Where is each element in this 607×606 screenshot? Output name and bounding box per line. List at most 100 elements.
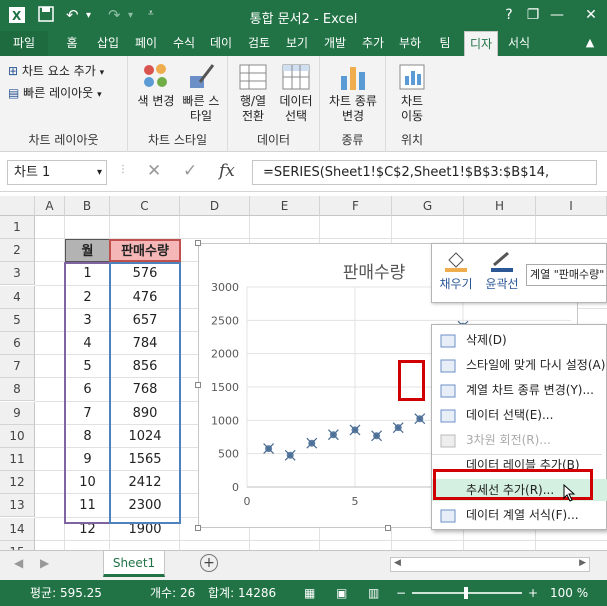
zoom-slider-thumb[interactable] bbox=[464, 587, 468, 599]
row-header[interactable]: 3 bbox=[0, 262, 35, 286]
menu-item[interactable]: 계열 차트 종류 변경(Y)... bbox=[432, 379, 607, 401]
tab-load-test[interactable]: 부하 bbox=[392, 31, 428, 56]
change-colors-button[interactable]: 색 변경 bbox=[134, 62, 178, 109]
normal-view-icon[interactable]: ▦ bbox=[304, 580, 315, 606]
select-data-icon bbox=[440, 408, 456, 423]
y-tick-label: 2500 bbox=[211, 314, 239, 327]
column-header-c[interactable]: C bbox=[110, 196, 180, 216]
row-header[interactable]: 11 bbox=[0, 448, 35, 471]
menu-item[interactable]: 데이터 선택(E)... bbox=[432, 404, 607, 426]
mouse-cursor-icon bbox=[563, 484, 576, 502]
series-select-dropdown[interactable]: 계열 "판매수량" bbox=[526, 264, 607, 286]
column-header-b[interactable]: B bbox=[65, 196, 110, 216]
x-tick-label: 0 bbox=[244, 495, 251, 508]
fill-button[interactable]: 채우기 bbox=[438, 250, 474, 292]
chart-resize-handle[interactable] bbox=[195, 240, 201, 246]
close-button[interactable]: ✕ bbox=[580, 4, 602, 26]
column-header-e[interactable]: E bbox=[250, 196, 320, 216]
row-header[interactable]: 13 bbox=[0, 494, 35, 518]
menu-item[interactable]: 스타일에 맞게 다시 설정(A) bbox=[432, 354, 607, 376]
column-header-g[interactable]: G bbox=[392, 196, 464, 216]
y-tick-label: 3000 bbox=[211, 281, 239, 294]
row-header[interactable]: 4 bbox=[0, 285, 35, 309]
chart-element-icon: ⊞ bbox=[8, 64, 19, 78]
name-box-dropdown-icon[interactable]: ▾ bbox=[97, 161, 102, 184]
page-break-view-icon[interactable]: ▥ bbox=[368, 580, 379, 606]
palette-icon bbox=[141, 62, 171, 92]
zoom-out-button[interactable]: − bbox=[396, 580, 406, 606]
tab-team[interactable]: 팀 bbox=[430, 31, 460, 56]
column-header-h[interactable]: H bbox=[464, 196, 536, 216]
switch-row-column-button[interactable]: 행/열 전환 bbox=[232, 62, 274, 124]
zoom-in-button[interactable]: + bbox=[528, 580, 538, 606]
tab-data[interactable]: 데이 bbox=[203, 31, 239, 56]
add-chart-element-button[interactable]: ⊞ 차트 요소 추가 ▾ bbox=[8, 62, 104, 79]
row-header[interactable]: 9 bbox=[0, 401, 35, 425]
scroll-right-arrow-icon[interactable]: ▶ bbox=[579, 558, 586, 568]
help-button[interactable]: ? bbox=[498, 4, 520, 26]
pen-icon bbox=[491, 251, 513, 272]
column-header-f[interactable]: F bbox=[320, 196, 392, 216]
tab-format[interactable]: 서식 bbox=[500, 31, 538, 56]
horizontal-scrollbar[interactable]: ◀ ▶ bbox=[390, 557, 590, 572]
insert-function-icon[interactable]: fx bbox=[219, 161, 235, 181]
quick-styles-button[interactable]: 빠른 스 타일 bbox=[178, 62, 224, 124]
tab-page-layout[interactable]: 페이 bbox=[128, 31, 164, 56]
row-header[interactable]: 12 bbox=[0, 471, 35, 495]
zoom-level[interactable]: 100 % bbox=[550, 580, 588, 606]
row-header[interactable]: 1 bbox=[0, 216, 35, 239]
highlight-box-point bbox=[398, 360, 425, 401]
menu-item-label: 스타일에 맞게 다시 설정(A) bbox=[466, 358, 606, 372]
scroll-left-arrow-icon[interactable]: ◀ bbox=[394, 558, 401, 568]
tab-design[interactable]: 디자 bbox=[464, 31, 498, 56]
name-box[interactable]: 차트 1 ▾ bbox=[7, 160, 107, 185]
select-data-icon bbox=[281, 62, 311, 92]
table-header-month[interactable]: 월 bbox=[65, 239, 110, 262]
chart-resize-handle[interactable] bbox=[195, 525, 201, 531]
row-header[interactable]: 8 bbox=[0, 378, 35, 402]
column-header-i[interactable]: I bbox=[536, 196, 607, 216]
add-sheet-button[interactable]: + bbox=[200, 554, 218, 572]
enter-icon[interactable]: ✓ bbox=[183, 161, 197, 181]
select-all-corner[interactable] bbox=[0, 196, 35, 216]
tab-addins[interactable]: 추가 bbox=[355, 31, 391, 56]
status-bar: 평균: 595.25 개수: 26 합계: 14286 ▦ ▣ ▥ − + 10… bbox=[0, 580, 607, 606]
menu-item[interactable]: 데이터 계열 서식(F)... bbox=[432, 504, 607, 526]
menu-item[interactable]: 삭제(D) bbox=[432, 329, 607, 351]
chart-resize-handle[interactable] bbox=[195, 382, 201, 388]
move-chart-button[interactable]: 차트 이동 bbox=[390, 62, 434, 124]
minimize-button[interactable]: — bbox=[546, 4, 568, 26]
scroll-right-icon[interactable]: ▶ bbox=[40, 556, 49, 570]
tab-review[interactable]: 검토 bbox=[241, 31, 277, 56]
tab-formulas[interactable]: 수식 bbox=[166, 31, 202, 56]
change-chart-type-button[interactable]: 차트 종류 변경 bbox=[322, 62, 384, 124]
cancel-icon[interactable]: ✕ bbox=[147, 161, 161, 181]
chart-resize-handle[interactable] bbox=[385, 525, 391, 531]
row-header[interactable]: 6 bbox=[0, 332, 35, 355]
column-header-d[interactable]: D bbox=[180, 196, 250, 216]
row-header[interactable]: 5 bbox=[0, 308, 35, 332]
formula-input[interactable]: =SERIES(Sheet1!$C$2,Sheet1!$B$3:$B$14, bbox=[252, 160, 597, 185]
scroll-left-icon[interactable]: ◀ bbox=[14, 556, 23, 570]
location-group-label: 위치 bbox=[400, 133, 424, 147]
select-data-button[interactable]: 데이터 선택 bbox=[274, 62, 318, 124]
row-header[interactable]: 7 bbox=[0, 355, 35, 379]
status-count: 개수: 26 bbox=[150, 586, 196, 600]
tab-file[interactable]: 파일 bbox=[0, 31, 48, 56]
tab-developer[interactable]: 개발 bbox=[317, 31, 353, 56]
row-header[interactable]: 2 bbox=[0, 239, 35, 263]
tab-insert[interactable]: 삽입 bbox=[90, 31, 126, 56]
tab-home[interactable]: 홈 bbox=[56, 31, 88, 56]
collapse-ribbon-icon[interactable]: ▲ bbox=[580, 31, 600, 56]
page-layout-view-icon[interactable]: ▣ bbox=[336, 580, 347, 606]
column-header-a[interactable]: A bbox=[35, 196, 65, 216]
tab-view[interactable]: 보기 bbox=[279, 31, 315, 56]
quick-layout-button[interactable]: ▤ 빠른 레이아웃 ▾ bbox=[8, 84, 102, 101]
sheet-tab-sheet1[interactable]: Sheet1 bbox=[103, 551, 165, 577]
menu-item-label: 3차원 회전(R)... bbox=[466, 433, 551, 447]
row-header[interactable]: 10 bbox=[0, 424, 35, 448]
status-sum: 합계: 14286 bbox=[208, 586, 277, 600]
ribbon-display-button[interactable]: ❐ bbox=[522, 4, 544, 26]
outline-button[interactable]: 윤곽선 bbox=[480, 250, 524, 292]
row-header[interactable]: 14 bbox=[0, 517, 35, 541]
